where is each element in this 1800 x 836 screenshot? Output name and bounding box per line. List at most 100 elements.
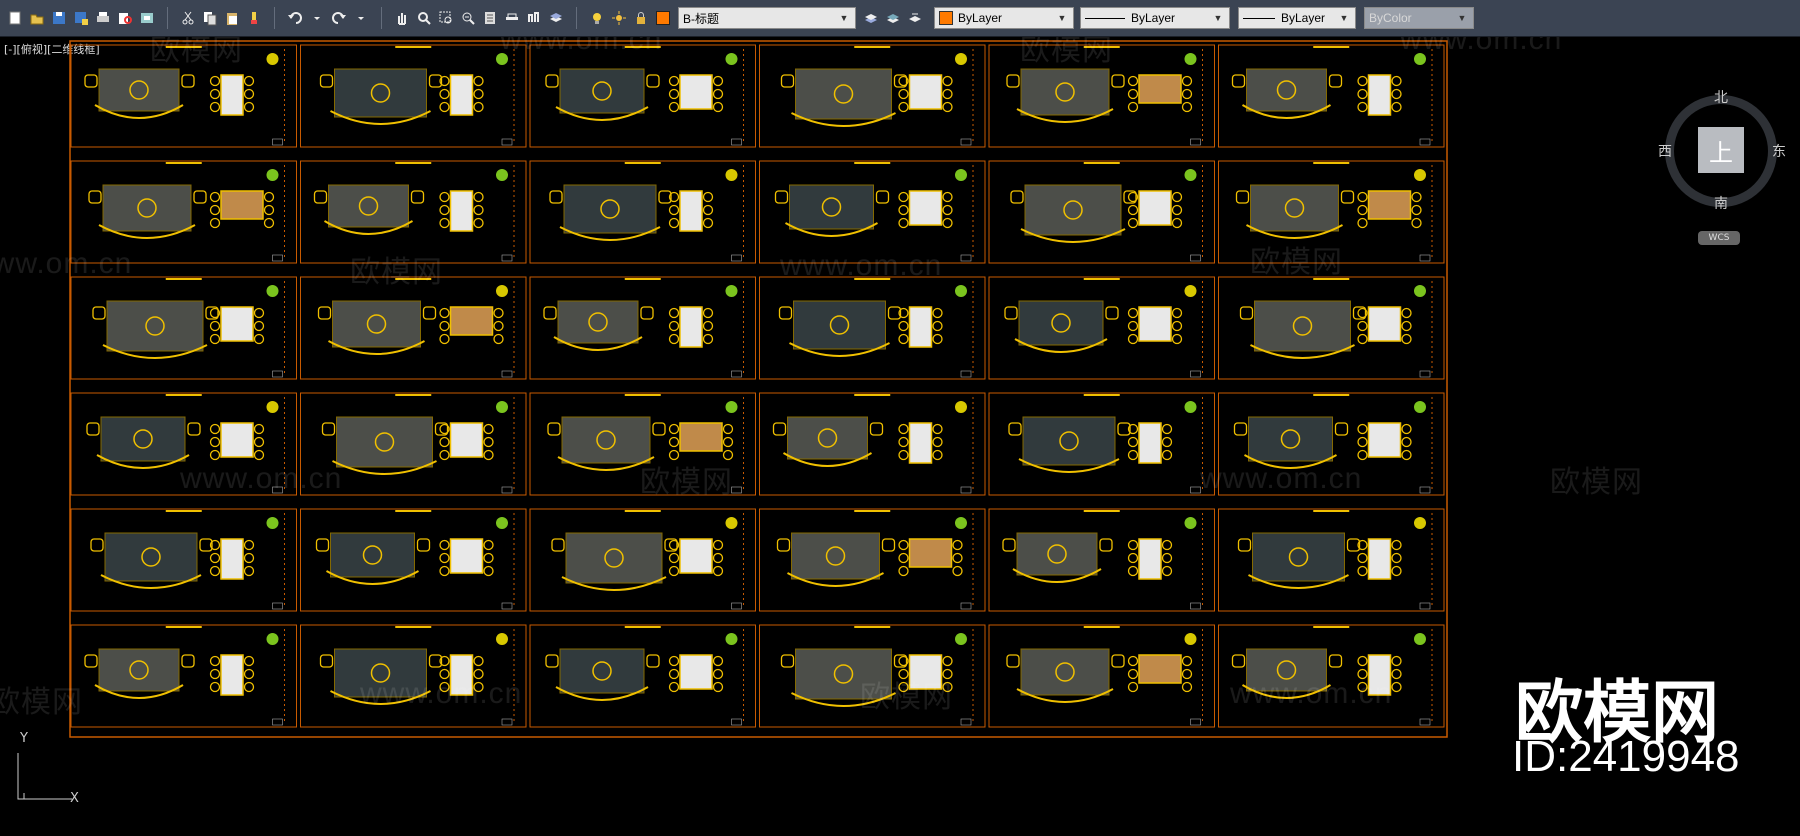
- layer-color-swatch[interactable]: [654, 9, 672, 27]
- dining-chair: [1401, 436, 1412, 448]
- color-dropdown[interactable]: ByLayer ▼: [934, 7, 1074, 29]
- dining-chair: [898, 552, 909, 564]
- dining-chair: [243, 655, 255, 667]
- open-icon[interactable]: [28, 9, 46, 27]
- armchair: [776, 538, 791, 552]
- compass-north[interactable]: 北: [1714, 87, 1728, 107]
- dining-chair: [473, 191, 484, 203]
- dining-chair: [1401, 423, 1412, 435]
- dining-chair: [668, 75, 680, 87]
- rug: [1020, 68, 1110, 116]
- dining-chair: [712, 75, 724, 87]
- watermark-brand: 欧模网: [1550, 466, 1643, 499]
- zoom-realtime-icon[interactable]: [415, 9, 433, 27]
- publish-icon[interactable]: [138, 9, 156, 27]
- lock-icon[interactable]: [632, 9, 650, 27]
- print-icon[interactable]: [94, 9, 112, 27]
- plant: [725, 53, 738, 65]
- layer-properties-icon[interactable]: [547, 9, 565, 27]
- dining-chair: [1161, 423, 1173, 435]
- compass-east[interactable]: 东: [1772, 141, 1786, 161]
- frame-tag: [731, 138, 742, 146]
- dining-chair: [952, 565, 963, 577]
- dining-chair: [712, 681, 724, 693]
- dining-chair: [712, 668, 724, 680]
- zoom-previous-icon[interactable]: [459, 9, 477, 27]
- plot-preview-icon[interactable]: [116, 9, 134, 27]
- dining-chair: [1181, 101, 1193, 113]
- armchair: [321, 422, 336, 436]
- dining-chair: [898, 101, 909, 113]
- undo-icon[interactable]: [286, 9, 304, 27]
- layer-dropdown[interactable]: B-标题 ▼: [678, 7, 856, 29]
- compass-west[interactable]: 西: [1658, 141, 1672, 161]
- chevron-down-icon[interactable]: [352, 9, 370, 27]
- match-properties-icon[interactable]: [245, 9, 263, 27]
- dining-chair: [243, 668, 255, 680]
- dining-chair: [1391, 655, 1402, 667]
- make-current-icon[interactable]: [862, 9, 880, 27]
- drawing-canvas[interactable]: [-][俯视][二维线框] 欧模网 www.om.cn 欧模网 www.om.c…: [0, 37, 1800, 836]
- watermark-brand: 欧模网: [0, 686, 83, 719]
- lineweight-dropdown[interactable]: ByLayer ▼: [1238, 7, 1356, 29]
- saveas-icon[interactable]: [72, 9, 90, 27]
- lineweight-dropdown-value: ByLayer: [1281, 11, 1326, 25]
- dining-chair: [898, 449, 909, 461]
- rug: [1252, 532, 1345, 582]
- frame-tag: [960, 602, 972, 610]
- frame-tag: [1419, 254, 1431, 262]
- dining-chair: [932, 436, 943, 448]
- dining-table: [908, 538, 953, 568]
- viewcube[interactable]: 上 北 南 西 东 WCS: [1658, 87, 1790, 245]
- dining-chair: [702, 307, 714, 319]
- dining-chair: [668, 101, 680, 113]
- pan-icon[interactable]: [393, 9, 411, 27]
- zoom-window-icon[interactable]: [437, 9, 455, 27]
- rug: [557, 300, 639, 344]
- compass-south[interactable]: 南: [1714, 193, 1728, 213]
- cut-icon[interactable]: [179, 9, 197, 27]
- design-center-icon[interactable]: [503, 9, 521, 27]
- dining-chair: [942, 655, 953, 667]
- layer-previous-icon[interactable]: [906, 9, 924, 27]
- dining-table: [1138, 654, 1182, 684]
- chevron-down-icon[interactable]: [308, 9, 326, 27]
- dining-chair: [1401, 449, 1412, 461]
- save-icon[interactable]: [50, 9, 68, 27]
- armchair: [315, 538, 330, 552]
- dining-table: [1138, 422, 1162, 464]
- dining-chair: [1357, 191, 1368, 203]
- paste-icon[interactable]: [223, 9, 241, 27]
- copy-icon[interactable]: [201, 9, 219, 27]
- plant: [725, 517, 738, 529]
- frame-tag: [1419, 602, 1431, 610]
- redo-icon[interactable]: [330, 9, 348, 27]
- armchair: [1008, 422, 1022, 436]
- armchair: [652, 422, 666, 436]
- armchair: [1235, 190, 1250, 204]
- dining-chair: [1357, 204, 1368, 216]
- tool-palettes-icon[interactable]: [525, 9, 543, 27]
- properties-icon[interactable]: [481, 9, 499, 27]
- wcs-menu[interactable]: WCS: [1698, 231, 1740, 245]
- dining-chair: [722, 436, 734, 448]
- model-id-label: ID:2419948: [1512, 732, 1740, 781]
- frame-tag: [501, 602, 513, 610]
- dining-chair: [932, 320, 943, 332]
- lightbulb-icon[interactable]: [588, 9, 606, 27]
- new-icon[interactable]: [6, 9, 24, 27]
- plant: [725, 285, 738, 297]
- layer-state-icon[interactable]: [884, 9, 902, 27]
- linetype-dropdown[interactable]: ByLayer ▼: [1080, 7, 1230, 29]
- armchair: [1233, 422, 1248, 436]
- dining-chair: [1127, 655, 1139, 667]
- rug: [332, 300, 421, 348]
- sun-icon[interactable]: [610, 9, 628, 27]
- viewcube-top-face[interactable]: 上: [1698, 127, 1744, 173]
- dining-chair: [209, 565, 221, 577]
- plant: [1184, 401, 1197, 413]
- plant: [725, 633, 738, 645]
- dining-chair: [668, 436, 680, 448]
- plant: [496, 169, 508, 181]
- dining-chair: [253, 320, 265, 332]
